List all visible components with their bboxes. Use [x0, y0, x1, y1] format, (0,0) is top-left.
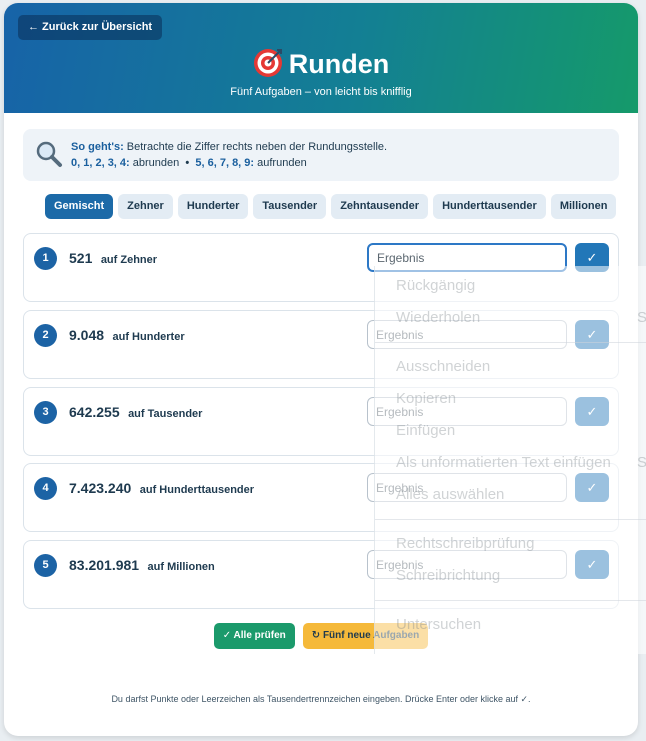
task-prompt: 83.201.981 auf Millionen: [69, 556, 215, 576]
task-number-badge: 3: [34, 401, 57, 424]
context-menu-separator: [375, 600, 646, 601]
page-header: ← Zurück zur Übersicht Runden Fünf Aufga…: [4, 3, 638, 113]
footer-note: Du darfst Punkte oder Leerzeichen als Ta…: [111, 694, 531, 704]
context-menu-item-paste[interactable]: Einfügen: [396, 421, 455, 441]
context-menu-item-paste-plain[interactable]: Als unformatierten Text einfügen: [396, 453, 611, 473]
context-menu-item-undo[interactable]: Rückgängig: [396, 276, 475, 296]
context-menu: Rückgängig Wiederholen St Ausschneiden K…: [374, 266, 646, 654]
task-number-badge: 1: [34, 247, 57, 270]
tab-hunderter[interactable]: Hunderter: [177, 194, 249, 219]
hint-down-text: abrunden: [132, 157, 180, 169]
task-number-badge: 2: [34, 324, 57, 347]
tab-zehntausender[interactable]: Zehntausender: [331, 194, 429, 219]
hint-line-2: 0, 1, 2, 3, 4: abrunden • 5, 6, 7, 8, 9:…: [71, 156, 307, 170]
task-unit: auf Tausender: [128, 408, 203, 420]
task-value: 9.048: [69, 327, 105, 343]
task-unit: auf Hunderttausender: [139, 484, 255, 496]
task-number-badge: 4: [34, 477, 57, 500]
context-menu-item-writing-direction[interactable]: Schreibrichtung: [396, 566, 500, 586]
context-menu-item-spellcheck[interactable]: Rechtschreibprüfung: [396, 534, 534, 554]
back-button[interactable]: ← Zurück zur Übersicht: [18, 15, 163, 40]
task-value: 7.423.240: [69, 480, 132, 496]
task-number-badge: 5: [34, 554, 57, 577]
context-menu-shortcut: St: [637, 309, 646, 326]
context-menu-shortcut: St: [637, 454, 646, 471]
tab-gemischt[interactable]: Gemischt: [45, 194, 114, 219]
context-menu-item-copy[interactable]: Kopieren: [396, 389, 456, 409]
tab-millionen[interactable]: Millionen: [550, 194, 617, 219]
check-all-button[interactable]: ✓ Alle prüfen: [213, 623, 295, 649]
hint-text: Betrachte die Ziffer rechts neben der Ru…: [126, 141, 388, 153]
task-prompt: 642.255 auf Tausender: [69, 403, 202, 423]
hint-up-text: aufrunden: [257, 157, 307, 169]
target-icon: [253, 49, 282, 77]
tab-zehner[interactable]: Zehner: [118, 194, 173, 219]
task-value: 83.201.981: [69, 557, 140, 573]
task-prompt: 521 auf Zehner: [69, 249, 157, 269]
context-menu-item-select-all[interactable]: Alles auswählen: [396, 485, 504, 505]
page-subtitle: Fünf Aufgaben – von leicht bis knifflig: [230, 86, 412, 98]
hint-line-1: So geht's: Betrachte die Ziffer rechts n…: [71, 140, 387, 154]
tab-hunderttausender[interactable]: Hunderttausender: [433, 194, 546, 219]
task-unit: auf Millionen: [147, 561, 215, 573]
task-unit: auf Hunderter: [112, 331, 185, 343]
hint-up-digits: 5, 6, 7, 8, 9:: [195, 157, 255, 169]
task-prompt: 7.423.240 auf Hunderttausender: [69, 479, 254, 499]
context-menu-item-redo[interactable]: Wiederholen: [396, 308, 480, 328]
hint-lead: So geht's:: [71, 141, 124, 153]
hint-box: So geht's: Betrachte die Ziffer rechts n…: [23, 129, 619, 181]
task-value: 642.255: [69, 404, 120, 420]
mode-tabs: Gemischt Zehner Hunderter Tausender Zehn…: [45, 194, 617, 219]
tab-tausender[interactable]: Tausender: [253, 194, 327, 219]
task-prompt: 9.048 auf Hunderter: [69, 326, 185, 346]
page-title: Runden: [4, 47, 638, 81]
task-value: 521: [69, 250, 93, 266]
magnifier-icon: [36, 141, 62, 167]
context-menu-item-cut[interactable]: Ausschneiden: [396, 357, 490, 377]
context-menu-item-inspect[interactable]: Untersuchen: [396, 615, 481, 635]
hint-down-digits: 0, 1, 2, 3, 4:: [71, 157, 130, 169]
context-menu-separator: [375, 342, 646, 343]
task-unit: auf Zehner: [100, 254, 158, 266]
hint-bullet: •: [185, 157, 190, 169]
page-title-text: Runden: [288, 49, 390, 79]
context-menu-separator: [375, 519, 646, 520]
